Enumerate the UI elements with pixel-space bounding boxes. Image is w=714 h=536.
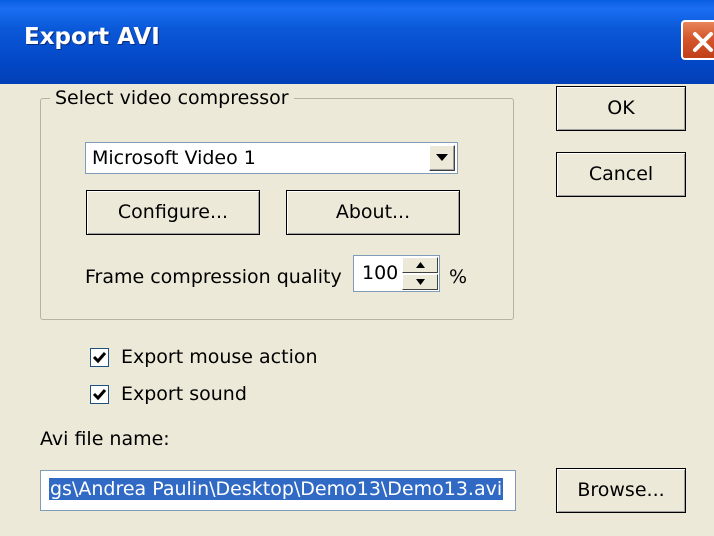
file-name-label: Avi file name:	[40, 428, 170, 450]
arrow-up-icon	[416, 262, 425, 268]
file-name-input[interactable]: gs\Andrea Paulin\Desktop\Demo13\Demo13.a…	[40, 470, 516, 511]
about-button-label: About...	[335, 201, 411, 223]
chevron-down-icon	[436, 154, 448, 161]
close-button[interactable]	[681, 20, 714, 60]
compressor-dropdown-button[interactable]	[429, 145, 455, 171]
file-name-value: gs\Andrea Paulin\Desktop\Demo13\Demo13.a…	[49, 478, 504, 500]
configure-button[interactable]: Configure...	[86, 190, 260, 235]
export-sound-label: Export sound	[121, 383, 247, 405]
cancel-button-label: Cancel	[588, 163, 654, 185]
export-sound-checkbox[interactable]	[90, 385, 109, 404]
about-button[interactable]: About...	[286, 190, 460, 235]
browse-button-label: Browse...	[577, 479, 665, 501]
ok-button-label: OK	[607, 97, 635, 119]
quality-decrement-button[interactable]	[402, 274, 438, 290]
cancel-button[interactable]: Cancel	[556, 152, 686, 197]
compressor-group-legend: Select video compressor	[50, 87, 294, 109]
quality-increment-button[interactable]	[402, 257, 438, 273]
quality-label: Frame compression quality	[85, 266, 342, 288]
checkmark-icon	[92, 352, 107, 364]
checkmark-icon	[92, 389, 107, 401]
compressor-select-value: Microsoft Video 1	[92, 147, 256, 169]
configure-button-label: Configure...	[117, 201, 229, 223]
quality-value: 100	[362, 262, 399, 284]
compressor-select[interactable]: Microsoft Video 1	[85, 142, 458, 174]
quality-unit: %	[449, 266, 468, 288]
arrow-down-icon	[416, 279, 425, 285]
title-bar[interactable]: Export AVI	[0, 0, 714, 84]
quality-stepper[interactable]	[402, 257, 438, 290]
browse-button[interactable]: Browse...	[556, 468, 686, 513]
ok-button[interactable]: OK	[556, 86, 686, 131]
export-mouse-action-label: Export mouse action	[121, 346, 318, 368]
export-avi-dialog: Export AVI Select video compressor Micro…	[0, 0, 714, 536]
close-icon	[693, 32, 713, 52]
export-mouse-action-checkbox[interactable]	[90, 348, 109, 367]
dialog-title: Export AVI	[24, 24, 160, 50]
